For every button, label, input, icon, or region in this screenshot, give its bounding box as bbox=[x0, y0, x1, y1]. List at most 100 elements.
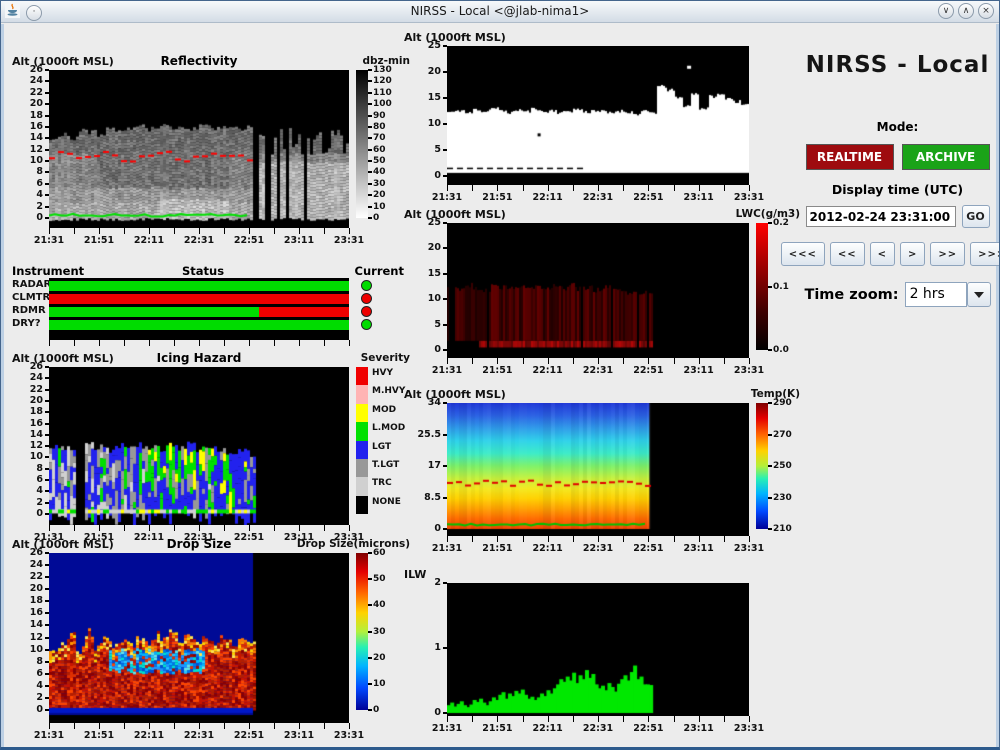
y-tick-label: 1 bbox=[404, 642, 441, 653]
severity-block bbox=[356, 367, 368, 385]
y-tick bbox=[45, 564, 49, 566]
colorbar-tick-label: 40 bbox=[373, 167, 386, 177]
x-tick bbox=[724, 358, 725, 364]
status-header-current: Current bbox=[355, 264, 404, 278]
x-tick-label: 21:31 bbox=[34, 235, 64, 246]
x-tick bbox=[324, 723, 325, 729]
y-tick bbox=[45, 588, 49, 590]
y-tick-label: 10 bbox=[12, 155, 43, 166]
step-back-2-button[interactable]: << bbox=[830, 242, 865, 266]
time-zoom-value: 2 hrs bbox=[905, 282, 967, 307]
realtime-button[interactable]: REALTIME bbox=[806, 144, 894, 170]
x-tick bbox=[724, 185, 725, 191]
x-tick-label: 21:51 bbox=[482, 192, 512, 203]
colorbar bbox=[356, 553, 368, 710]
colorbar-tick-label: 60 bbox=[373, 145, 386, 155]
step-fwd-1-button[interactable]: > bbox=[900, 242, 925, 266]
status-header-instrument: Instrument bbox=[12, 264, 84, 278]
x-tick bbox=[623, 536, 624, 542]
step-back-3-button[interactable]: <<< bbox=[781, 242, 825, 266]
x-axis: 21:3121:5122:1122:3122:5123:1123:31 bbox=[49, 723, 349, 745]
x-tick bbox=[74, 228, 75, 234]
x-tick-label: 22:31 bbox=[583, 365, 613, 376]
x-tick-label: 21:31 bbox=[432, 192, 462, 203]
x-tick-label: 23:31 bbox=[334, 730, 364, 741]
status-bar-segment bbox=[49, 307, 259, 317]
colorbar bbox=[356, 70, 368, 218]
colorbar-tick bbox=[368, 709, 372, 711]
colorbar-tick-label: 110 bbox=[373, 88, 392, 98]
y-tick-label: 20 bbox=[404, 66, 441, 77]
x-tick-label: 22:31 bbox=[184, 235, 214, 246]
chevron-down-icon[interactable] bbox=[967, 282, 991, 307]
app-title: NIRSS - Local bbox=[794, 52, 1000, 78]
x-tick bbox=[674, 185, 675, 191]
x-tick-label: 22:51 bbox=[633, 543, 663, 554]
go-button[interactable]: GO bbox=[962, 205, 990, 228]
x-tick bbox=[497, 536, 498, 542]
y-tick-label: 16 bbox=[12, 121, 43, 132]
panel-title: Icing Hazard bbox=[157, 351, 242, 365]
y-tick bbox=[45, 479, 49, 481]
panel-title: Drop Size bbox=[167, 537, 232, 551]
colorbar-tick bbox=[368, 137, 372, 139]
close-icon[interactable]: × bbox=[978, 3, 994, 19]
colorbar-tick bbox=[368, 183, 372, 185]
y-tick-label: 0 bbox=[12, 508, 43, 519]
y-tick bbox=[45, 434, 49, 436]
y-tick bbox=[443, 497, 447, 499]
y-tick bbox=[45, 400, 49, 402]
maximize-icon[interactable]: ∧ bbox=[958, 3, 974, 19]
colorbar-tick bbox=[368, 115, 372, 117]
y-tick-label: 16 bbox=[12, 418, 43, 429]
x-tick bbox=[199, 723, 200, 729]
x-tick bbox=[349, 525, 350, 531]
colorbar-tick bbox=[768, 528, 772, 530]
y-tick-label: 0 bbox=[404, 707, 441, 718]
status-row-label: RADAR bbox=[12, 279, 51, 290]
x-tick bbox=[124, 525, 125, 531]
status-axis-tick bbox=[199, 340, 200, 346]
step-fwd-3-button[interactable]: >>> bbox=[970, 242, 1000, 266]
y-tick bbox=[45, 513, 49, 515]
x-tick bbox=[324, 525, 325, 531]
colorbar-tick-label: 70 bbox=[373, 133, 386, 143]
status-row-label: RDMR bbox=[12, 305, 46, 316]
main-content: Alt (1000ft MSL)Reflectivitydbz-min26242… bbox=[1, 24, 999, 747]
x-axis: 21:3121:5122:1122:3122:5123:1123:31 bbox=[447, 185, 749, 207]
y-tick-label: 24 bbox=[12, 559, 43, 570]
status-row-bar bbox=[49, 307, 349, 317]
x-tick-label: 21:31 bbox=[432, 365, 462, 376]
x-tick-label: 23:11 bbox=[684, 723, 714, 734]
x-axis: 21:3121:5122:1122:3122:5123:1123:31 bbox=[447, 536, 749, 558]
x-tick bbox=[447, 185, 448, 191]
step-back-1-button[interactable]: < bbox=[870, 242, 895, 266]
y-tick-label: 8 bbox=[12, 656, 43, 667]
y-tick bbox=[45, 456, 49, 458]
display-time-input[interactable] bbox=[806, 206, 956, 227]
colorbar-tick-label: 0 bbox=[373, 213, 379, 223]
x-tick bbox=[548, 536, 549, 542]
y-tick-label: 24 bbox=[12, 372, 43, 383]
x-tick-label: 22:11 bbox=[533, 192, 563, 203]
minimize-icon[interactable]: ∨ bbox=[938, 3, 954, 19]
app-window: · NIRSS - Local <@jlab-nima1> ∨ ∧ × Alt … bbox=[0, 0, 1000, 750]
y-tick-label: 24 bbox=[12, 75, 43, 86]
colorbar-tick-label: 40 bbox=[373, 600, 386, 610]
colorbar-tick-label: 0.2 bbox=[773, 218, 789, 228]
y-tick-label: 6 bbox=[12, 474, 43, 485]
status-bar-segment bbox=[49, 281, 349, 291]
archive-button[interactable]: ARCHIVE bbox=[902, 144, 990, 170]
status-row-bar bbox=[49, 294, 349, 304]
x-tick bbox=[249, 723, 250, 729]
panel-icing: Alt (1000ft MSL)Icing HazardSeverity2624… bbox=[12, 354, 404, 551]
x-tick bbox=[749, 358, 750, 364]
step-fwd-2-button[interactable]: >> bbox=[930, 242, 965, 266]
time-zoom-select[interactable]: 2 hrs bbox=[905, 282, 991, 307]
colorbar-tick-label: 50 bbox=[373, 156, 386, 166]
x-tick bbox=[447, 716, 448, 722]
y-tick-label: 0 bbox=[404, 523, 441, 534]
x-tick bbox=[299, 525, 300, 531]
x-tick bbox=[149, 525, 150, 531]
y-tick bbox=[45, 160, 49, 162]
